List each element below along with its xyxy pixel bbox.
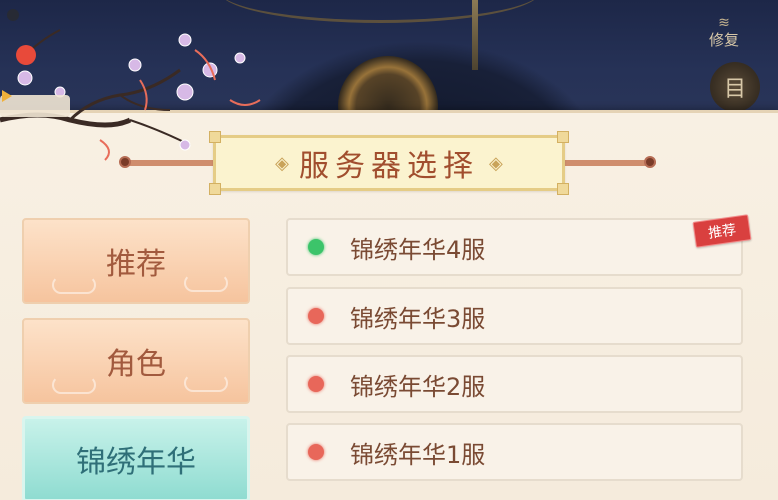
- server-name: 锦绣年华4服: [350, 235, 486, 264]
- server-row[interactable]: 锦绣年华3服: [286, 287, 743, 345]
- status-dot-icon: [308, 376, 324, 392]
- rod-cap-right: [644, 156, 656, 168]
- tab-roles[interactable]: 角色: [22, 318, 250, 404]
- status-dot-icon: [308, 444, 324, 460]
- tab-label: 角色: [106, 347, 166, 382]
- tab-jinxiu-nianhua[interactable]: 锦绣年华: [22, 416, 250, 500]
- repair-icon: ≋: [718, 15, 730, 31]
- server-row[interactable]: 锦绣年华2服: [286, 355, 743, 413]
- status-dot-icon: [308, 239, 324, 255]
- tab-label: 锦绣年华: [76, 445, 196, 480]
- plaque-corner: [209, 183, 221, 195]
- game-screen: ≋ 修复 目 ◈ 服务器选择 ◈ 推荐 角色 锦绣年华 锦绣年华4服 锦绣年华3…: [0, 0, 778, 500]
- plaque-corner: [557, 131, 569, 143]
- menu-icon: 目: [723, 77, 746, 102]
- server-row[interactable]: 锦绣年华1服: [286, 423, 743, 481]
- server-name: 锦绣年华3服: [350, 304, 486, 333]
- server-name: 锦绣年华2服: [350, 372, 486, 401]
- tab-label: 推荐: [106, 247, 166, 282]
- decorative-arc: [220, 0, 540, 23]
- repair-button[interactable]: ≋ 修复: [696, 6, 752, 50]
- cloud-icon: [52, 276, 96, 294]
- rod-cap-left: [119, 156, 131, 168]
- cloud-icon: [52, 376, 96, 394]
- title-plaque: ◈ 服务器选择 ◈: [209, 131, 569, 195]
- page-title: 服务器选择: [299, 149, 479, 184]
- server-name: 锦绣年华1服: [350, 440, 486, 469]
- plaque-corner: [209, 131, 221, 143]
- menu-button[interactable]: 目: [710, 62, 760, 112]
- repair-label: 修复: [708, 31, 739, 49]
- cloud-icon: [184, 274, 228, 292]
- server-row[interactable]: 锦绣年华4服: [286, 218, 743, 276]
- cloud-icon: [184, 374, 228, 392]
- diamond-icon: ◈: [489, 152, 503, 174]
- tab-recommended[interactable]: 推荐: [22, 218, 250, 304]
- plaque-corner: [557, 183, 569, 195]
- decorative-spike: [472, 0, 478, 70]
- diamond-icon: ◈: [275, 152, 289, 174]
- status-dot-icon: [308, 308, 324, 324]
- background-scene: ≋ 修复 目: [0, 0, 778, 120]
